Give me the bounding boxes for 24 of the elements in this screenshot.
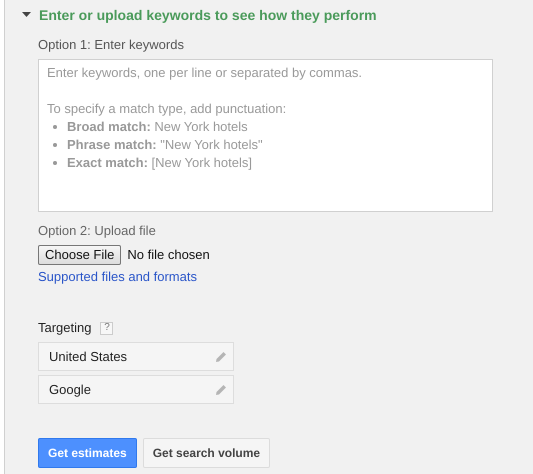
supported-formats-link[interactable]: Supported files and formats <box>38 269 197 284</box>
pencil-icon <box>215 350 227 362</box>
targeting-value: United States <box>49 348 128 366</box>
match-example: Exact match: [New York hotels] <box>67 154 252 172</box>
placeholder-text: Enter keywords, one per line or separated by commas. <box>47 64 364 82</box>
pencil-icon <box>215 384 227 396</box>
field-label: Option 2: Upload file <box>38 223 157 239</box>
file-status: No file chosen <box>127 246 210 264</box>
targeting-value: Google <box>49 380 91 399</box>
get-search-volume-button[interactable]: Get search volume <box>142 438 270 468</box>
targeting-selector[interactable]: United States <box>38 342 234 371</box>
bullet-icon <box>53 125 57 129</box>
bullet-icon <box>53 161 57 165</box>
field-label: Option 1: Enter keywords <box>38 37 185 53</box>
targeting-label: Targeting <box>38 319 92 338</box>
collapse-triangle-icon[interactable] <box>22 12 31 18</box>
match-example: Broad match: New York hotels <box>67 118 248 136</box>
choose-file-button[interactable]: Choose File <box>38 245 122 265</box>
bullet-icon <box>53 143 57 147</box>
targeting-selector[interactable]: Google <box>38 375 234 404</box>
help-icon[interactable]: ? <box>100 322 114 334</box>
section-title: Enter or upload keywords to see how they perform <box>39 6 377 25</box>
hint-text: To specify a match type, add punctuation: <box>47 100 288 118</box>
match-example: Phrase match: "New York hotels" <box>67 136 263 154</box>
